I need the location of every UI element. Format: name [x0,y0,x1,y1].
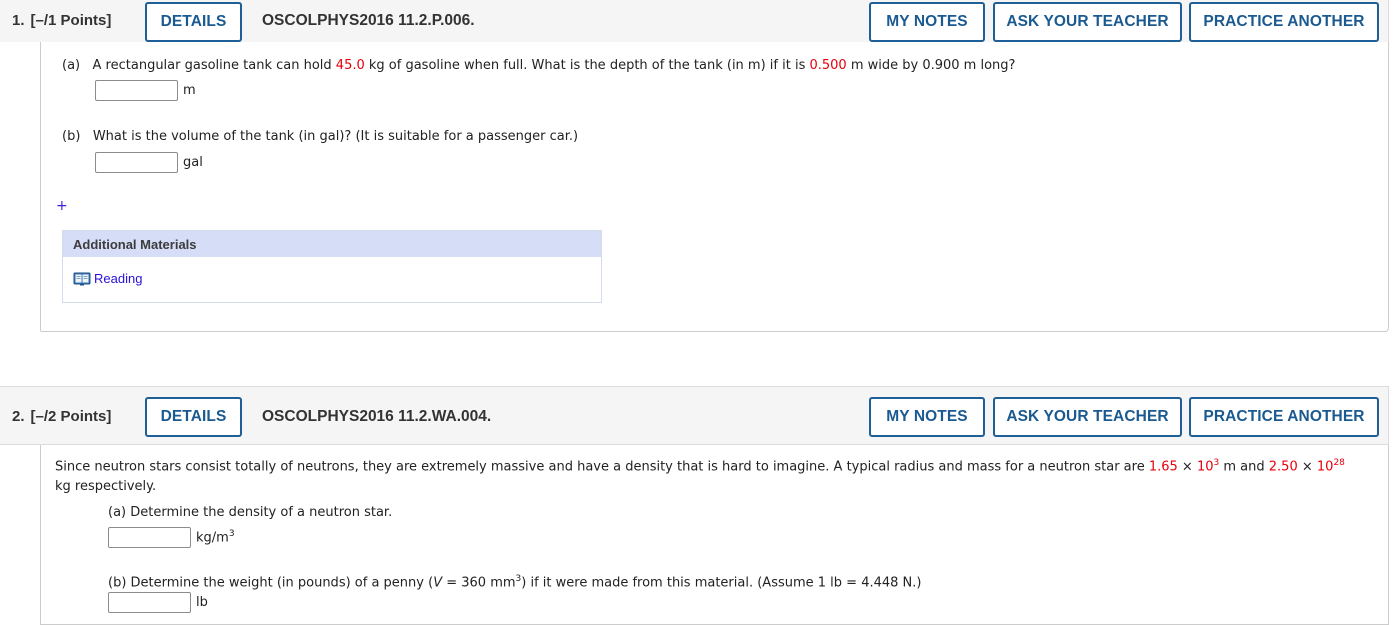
ask-your-teacher-button[interactable]: ASK YOUR TEACHER [993,397,1182,437]
practice-another-button[interactable]: PRACTICE ANOTHER [1189,397,1379,437]
question-1-body: (a) A rectangular gasoline tank can hold… [40,42,1389,332]
practice-another-button[interactable]: PRACTICE ANOTHER [1189,2,1379,42]
part-a-prompt: (a) A rectangular gasoline tank can hold… [62,58,1016,73]
part-a-unit: m [183,83,196,98]
reading-link-label[interactable]: Reading [94,271,142,286]
mass-value: 45.0 [335,58,365,73]
question-2-header: 2. [–/2 Points] DETAILS OSCOLPHYS2016 11.… [0,386,1389,445]
question-number: 2. [–/2 Points] [12,408,112,425]
intro-text-line-2: kg respectively. [55,479,157,494]
mass-mantissa: 2.50 [1268,459,1298,475]
reading-link[interactable]: Reading [73,271,142,286]
density-answer-input[interactable] [108,527,191,548]
question-2-body: Since neutron stars consist totally of n… [40,445,1389,625]
weight-answer-input[interactable] [108,592,191,613]
question-points: [–/1 Points] [30,12,112,29]
density-unit: kg/m3 [196,529,235,546]
plus-icon[interactable]: + [56,198,68,214]
part-a-prompt: (a) Determine the density of a neutron s… [108,505,393,520]
intro-text-line-1: Since neutron stars consist totally of n… [55,458,1345,475]
question-1-header: 1. [–/1 Points] DETAILS OSCOLPHYS2016 11.… [0,0,1389,42]
part-b-prompt: (b) What is the volume of the tank (in g… [62,129,579,144]
additional-materials-title: Additional Materials [63,231,601,257]
question-id: OSCOLPHYS2016 11.2.WA.004. [262,408,492,425]
part-a-answer-input[interactable] [95,80,178,101]
part-b-prompt: (b) Determine the weight (in pounds) of … [108,574,922,591]
my-notes-button[interactable]: MY NOTES [869,2,985,42]
question-number: 1. [–/1 Points] [12,12,112,29]
weight-unit: lb [196,595,208,610]
ask-your-teacher-button[interactable]: ASK YOUR TEACHER [993,2,1182,42]
question-id: OSCOLPHYS2016 11.2.P.006. [262,12,475,29]
radius-mantissa: 1.65 [1148,459,1178,475]
my-notes-button[interactable]: MY NOTES [869,397,985,437]
question-points: [–/2 Points] [30,408,112,425]
width-value: 0.500 [809,58,847,73]
details-button[interactable]: DETAILS [145,2,242,42]
part-b-unit: gal [183,155,203,170]
additional-materials-box: Additional Materials Reading [62,230,602,303]
details-button[interactable]: DETAILS [145,397,242,437]
mass-exponent: 28 [1333,458,1345,468]
part-b-answer-input[interactable] [95,152,178,173]
book-icon [73,272,91,285]
mass-base: 10 [1316,459,1334,475]
radius-base: 10 [1196,459,1214,475]
